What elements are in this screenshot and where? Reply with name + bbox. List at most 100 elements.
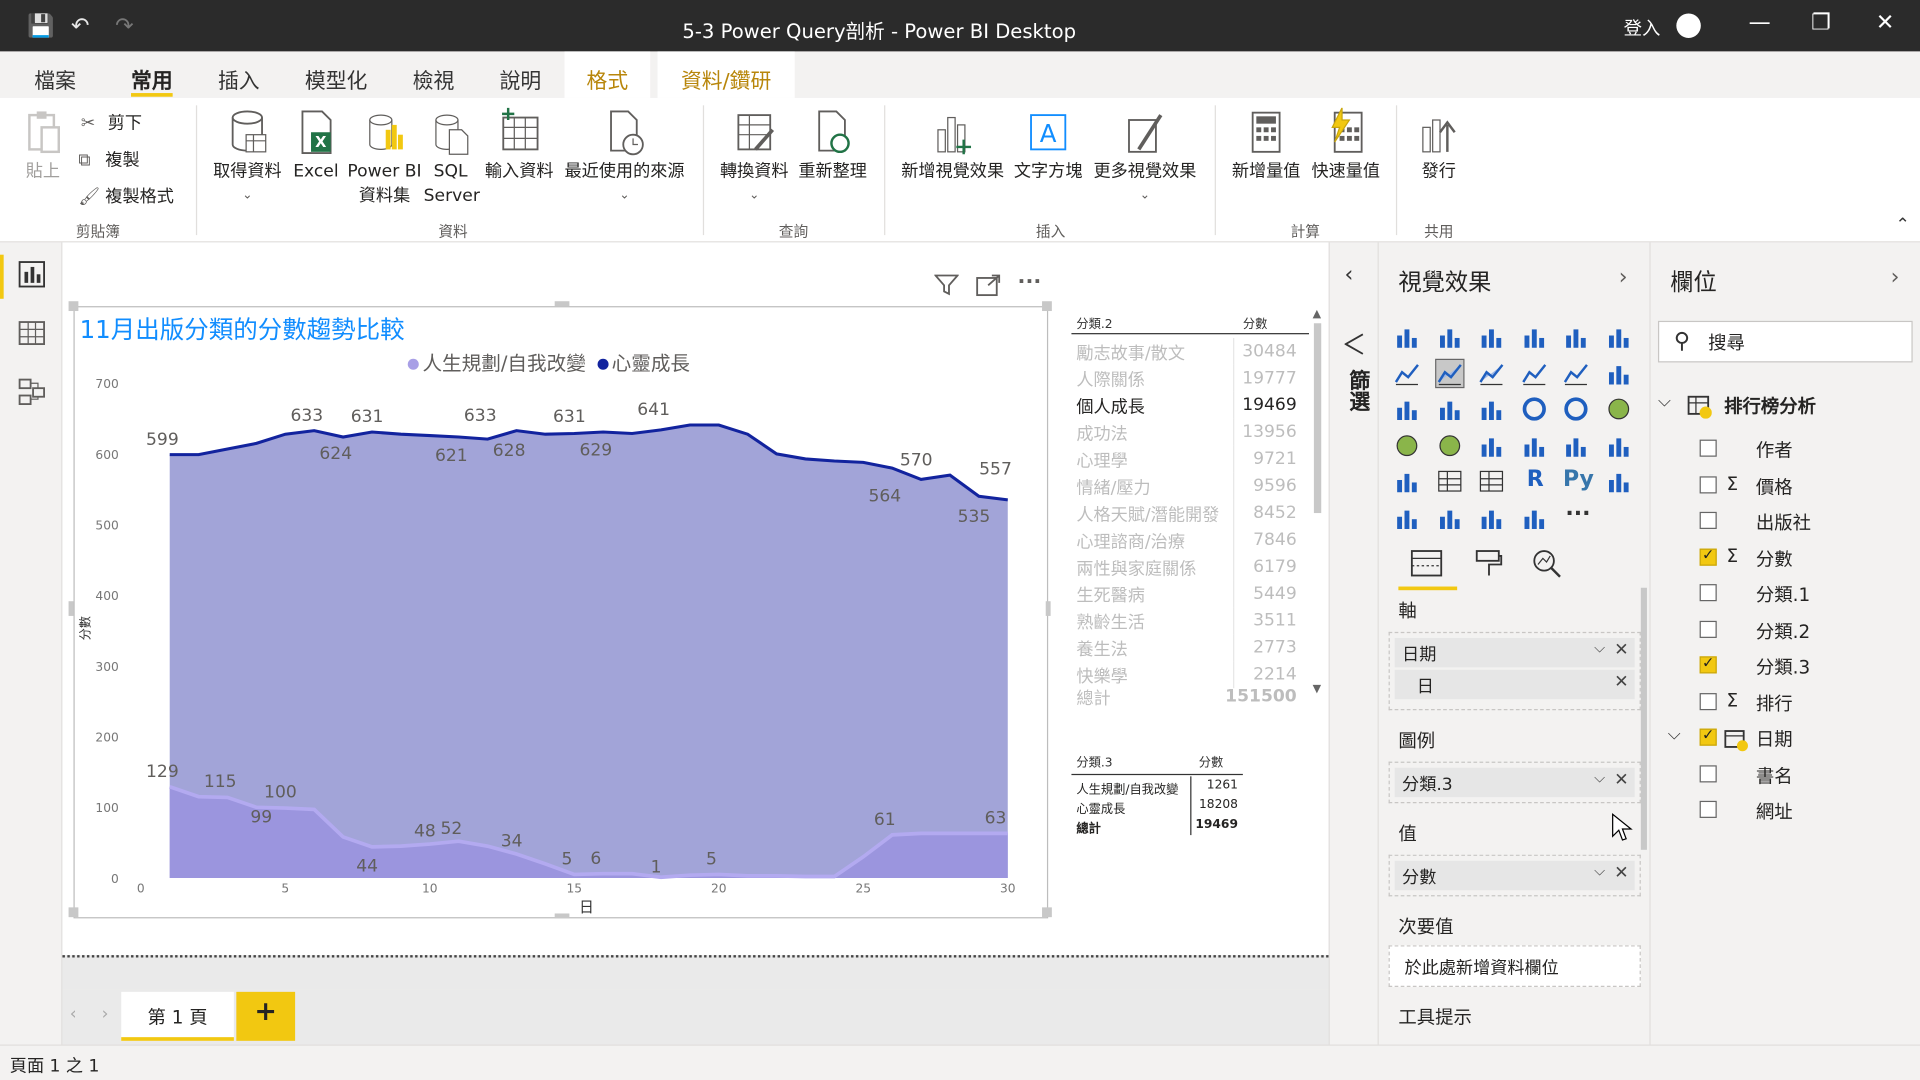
next-page-icon[interactable]: › — [102, 1004, 109, 1024]
axis-well[interactable]: 日期 ⌵ ✕ 日 ✕ — [1388, 631, 1641, 711]
filled-map-icon[interactable] — [1436, 432, 1463, 459]
stacked-bar-icon[interactable] — [1393, 323, 1420, 350]
filter-icon[interactable] — [933, 274, 960, 302]
treemap-icon[interactable] — [1605, 396, 1632, 423]
line-column-icon[interactable] — [1521, 359, 1548, 386]
slicer-icon[interactable] — [1393, 468, 1420, 495]
table-visual-category2[interactable]: 分類.2 分數 勵志故事/散文 30484 人際關係 19777 個人成長 19469 成功… — [1071, 309, 1323, 713]
field-row[interactable]: Σ 排行 — [1651, 686, 1920, 718]
data-view-icon[interactable] — [17, 318, 46, 347]
axis-field-day[interactable]: 日 ✕ — [1394, 669, 1635, 700]
page-tab-1[interactable]: 第 1 頁 — [121, 991, 234, 1041]
chevron-left-icon[interactable]: ‹ — [1345, 262, 1354, 288]
resize-handle[interactable] — [554, 301, 570, 307]
text-box-button[interactable]: A 文字方塊 — [1011, 108, 1084, 184]
table-row[interactable]: 心理學 9721 — [1071, 445, 1304, 473]
table-row[interactable]: 兩性與家庭關係 6179 — [1071, 553, 1304, 581]
resize-handle[interactable] — [1045, 601, 1051, 616]
clustered-bar-icon[interactable] — [1478, 323, 1505, 350]
area-chart-icon[interactable] — [1434, 358, 1465, 388]
waterfall-icon[interactable] — [1393, 396, 1420, 423]
remove-field-icon[interactable]: ✕ — [1614, 672, 1628, 692]
chevron-right-icon[interactable]: › — [1891, 264, 1900, 290]
field-checkbox[interactable] — [1699, 475, 1717, 493]
chevron-down-icon[interactable]: ⌵ — [1658, 392, 1671, 412]
prev-page-icon[interactable]: ‹ — [70, 1004, 77, 1024]
qa-icon[interactable] — [1436, 504, 1463, 531]
100-column-icon[interactable] — [1605, 323, 1632, 350]
analytics-magnifier-icon[interactable] — [1531, 549, 1563, 578]
table-icon[interactable] — [1436, 468, 1463, 495]
remove-field-icon[interactable]: ✕ — [1614, 770, 1628, 790]
card-icon[interactable] — [1521, 432, 1548, 459]
table2-row[interactable]: 心靈成長 18208 — [1071, 796, 1242, 816]
focus-mode-icon[interactable] — [976, 274, 1001, 302]
tab-home[interactable]: 常用 — [131, 64, 173, 94]
field-row[interactable]: 書名 — [1651, 759, 1920, 791]
field-checkbox[interactable] — [1699, 546, 1717, 566]
excel-button[interactable]: X Excel — [291, 108, 340, 184]
format-painter-button[interactable]: 🖌 複製格式 — [78, 184, 174, 208]
field-row[interactable]: Σ 價格 — [1651, 470, 1920, 502]
table-row[interactable]: 熟齡生活 3511 — [1071, 607, 1304, 635]
map-icon[interactable] — [1393, 432, 1420, 459]
stacked-column-icon[interactable] — [1436, 323, 1463, 350]
field-row[interactable]: 網址 — [1651, 795, 1920, 827]
table-row[interactable]: 人格天賦/潛能開發 8452 — [1071, 499, 1304, 527]
filters-pane[interactable]: ‹ 篩選 — [1328, 242, 1378, 1045]
stacked-area-icon[interactable] — [1478, 359, 1505, 386]
table-row[interactable]: 勵志故事/散文 30484 — [1071, 337, 1304, 365]
resize-handle[interactable] — [68, 907, 79, 918]
matrix-icon[interactable] — [1478, 468, 1505, 495]
kpi-icon[interactable] — [1605, 432, 1632, 459]
secondary-values-well[interactable]: 於此處新增資料欄位 — [1388, 945, 1641, 987]
chevron-down-icon[interactable]: ⌵ — [1668, 725, 1681, 745]
chevron-down-icon[interactable]: ⌵ — [1594, 639, 1605, 657]
gauge-icon[interactable] — [1478, 432, 1505, 459]
vis-pane-scrollbar[interactable] — [1640, 587, 1647, 850]
values-well[interactable]: 分數 ⌵ ✕ — [1388, 854, 1641, 897]
pie-icon[interactable] — [1521, 396, 1548, 423]
cut-button[interactable]: ✂ 剪下 — [81, 110, 142, 134]
donut-icon[interactable] — [1563, 396, 1590, 423]
table-row[interactable]: 個人成長 19469 — [1071, 391, 1304, 419]
format-paint-roller-icon[interactable] — [1474, 549, 1503, 578]
r-visual-icon[interactable]: R — [1521, 467, 1548, 495]
remove-field-icon[interactable]: ✕ — [1614, 863, 1628, 883]
clustered-column-icon[interactable] — [1521, 323, 1548, 350]
recent-sources-button[interactable]: 最近使用的來源 ⌄ — [558, 108, 690, 208]
line-clustered-icon[interactable] — [1563, 359, 1590, 386]
table-scrollbar[interactable]: ▲ ▼ — [1313, 309, 1322, 696]
smart-narrative-icon[interactable] — [1478, 504, 1505, 531]
more-visuals-button[interactable]: 更多視覺效果 ⌄ — [1087, 108, 1202, 208]
new-measure-button[interactable]: 新增量值 — [1227, 108, 1305, 184]
paste-button[interactable]: 貼上 — [17, 108, 68, 184]
resize-handle[interactable] — [1042, 907, 1052, 918]
field-checkbox[interactable] — [1699, 726, 1717, 746]
publish-button[interactable]: 發行 — [1408, 108, 1469, 184]
values-field[interactable]: 分數 ⌵ ✕ — [1394, 860, 1635, 891]
field-row[interactable]: Σ 分數 — [1651, 542, 1920, 574]
remove-field-icon[interactable]: ✕ — [1614, 640, 1628, 660]
refresh-button[interactable]: 重新整理 — [796, 108, 869, 184]
sign-in-link[interactable]: 登入 — [1624, 15, 1661, 41]
key-influencers-icon[interactable] — [1605, 468, 1632, 495]
legend-field[interactable]: 分類.3 ⌵ ✕ — [1394, 767, 1635, 798]
table-row[interactable]: 生死醫病 5449 — [1071, 580, 1304, 608]
field-checkbox[interactable] — [1699, 764, 1717, 782]
decomposition-tree-icon[interactable] — [1393, 504, 1420, 531]
field-checkbox[interactable] — [1699, 620, 1717, 638]
collapse-ribbon-icon[interactable]: ⌃ — [1896, 216, 1910, 236]
field-row[interactable]: 作者 — [1651, 433, 1920, 465]
tab-view[interactable]: 檢視 — [413, 64, 455, 94]
avatar[interactable] — [1676, 13, 1701, 38]
field-checkbox[interactable] — [1699, 584, 1717, 602]
get-data-button[interactable]: 取得資料 ⌄ — [208, 108, 286, 208]
chevron-right-icon[interactable]: › — [1619, 264, 1628, 290]
tab-help[interactable]: 說明 — [500, 64, 542, 94]
tab-format[interactable]: 格式 — [564, 51, 651, 98]
close-icon[interactable]: ✕ — [1876, 10, 1894, 36]
chevron-down-icon[interactable]: ⌵ — [1594, 769, 1605, 787]
resize-handle[interactable] — [68, 601, 74, 616]
field-checkbox[interactable] — [1699, 654, 1717, 674]
